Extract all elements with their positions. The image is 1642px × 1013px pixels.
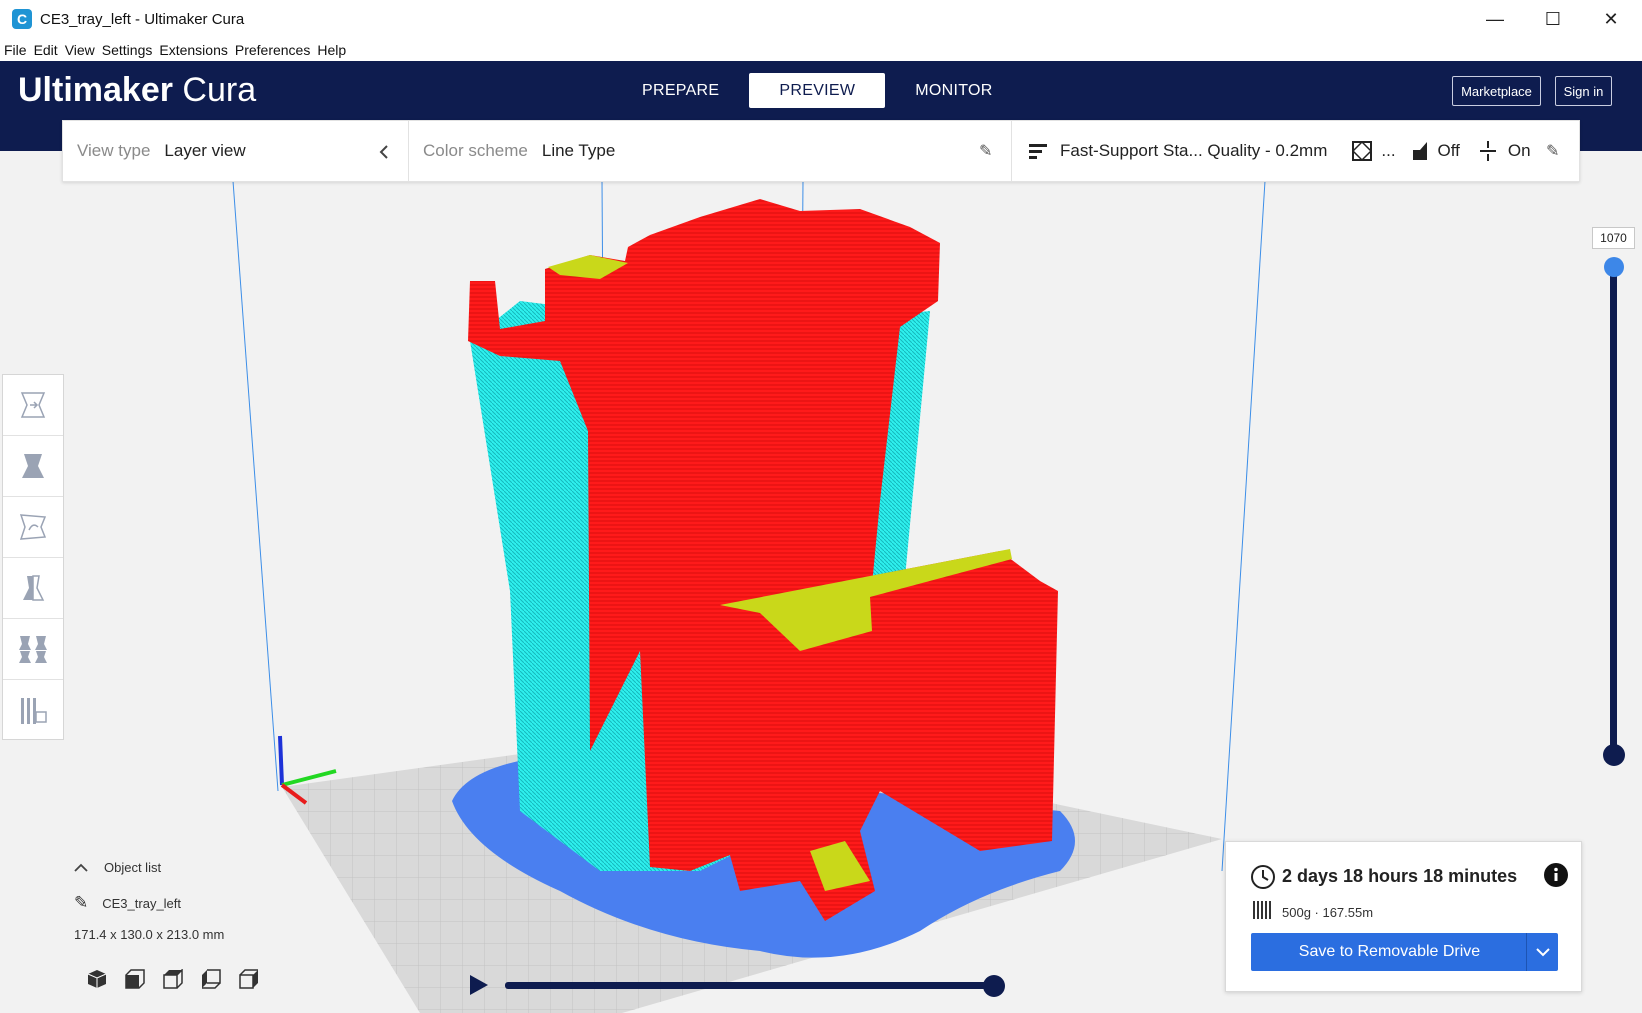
material-usage: 500g · 167.55m — [1282, 905, 1374, 920]
move-icon — [20, 392, 46, 418]
pencil-icon: ✎ — [979, 143, 993, 160]
material-spool-icon — [1253, 901, 1271, 919]
object-list-panel: Object list ✎ CE3_tray_left 171.4 x 130.… — [74, 860, 224, 942]
infill-icon — [1352, 140, 1373, 162]
cube-right-icon — [239, 969, 258, 989]
current-layer-field[interactable]: 1070 — [1592, 227, 1635, 249]
view-orientation-buttons — [78, 966, 268, 992]
menu-bar: File Edit View Settings Extensions Prefe… — [0, 38, 1642, 61]
chevron-left-icon — [379, 145, 388, 159]
color-scheme-label: Color scheme — [423, 141, 528, 160]
clock-icon — [1251, 865, 1275, 889]
view-front-button[interactable] — [116, 966, 154, 992]
support-blocker-button[interactable] — [3, 680, 63, 741]
save-to-removable-drive-button[interactable]: Save to Removable Drive — [1251, 933, 1558, 971]
marketplace-button[interactable]: Marketplace — [1452, 76, 1541, 106]
menu-file[interactable]: File — [4, 42, 27, 58]
view-type-dropdown[interactable]: View type Layer view — [63, 121, 409, 181]
chevron-down-icon — [1535, 948, 1550, 957]
move-tool-button[interactable] — [3, 375, 63, 436]
color-scheme-dropdown[interactable]: Color scheme Line Type ✎ — [409, 121, 1012, 181]
scale-icon — [22, 454, 44, 478]
menu-preferences[interactable]: Preferences — [235, 42, 310, 58]
rotate-icon — [19, 514, 47, 540]
pencil-icon: ✎ — [1546, 143, 1560, 160]
build-volume-edge — [1221, 180, 1266, 872]
profile-value: Fast-Support Sta... Quality - 0.2mm — [1060, 141, 1328, 160]
brand-light: Cura — [182, 71, 257, 109]
adhesion-icon — [1479, 141, 1496, 161]
view-type-label: View type — [77, 141, 151, 160]
menu-view[interactable]: View — [65, 42, 95, 58]
support-value: Off — [1437, 141, 1460, 160]
object-dimensions: 171.4 x 130.0 x 213.0 mm — [74, 927, 225, 942]
tool-panel — [2, 374, 64, 740]
layer-slider-top-handle[interactable] — [1604, 257, 1624, 277]
mirror-tool-button[interactable] — [3, 558, 63, 619]
save-button-label: Save to Removable Drive — [1298, 943, 1481, 960]
view-right-button[interactable] — [230, 966, 268, 992]
build-volume-edge — [232, 180, 279, 792]
menu-settings[interactable]: Settings — [102, 42, 153, 58]
rotate-tool-button[interactable] — [3, 497, 63, 558]
object-name-row[interactable]: ✎ CE3_tray_left — [74, 893, 224, 913]
per-model-settings-icon — [19, 636, 47, 663]
color-scheme-value: Line Type — [541, 141, 616, 160]
tab-prepare[interactable]: PREPARE — [612, 73, 749, 108]
path-slider-handle[interactable] — [983, 975, 1005, 997]
layer-slider-bottom-handle[interactable] — [1603, 744, 1625, 766]
view-settings-bar: View type Layer view Color scheme Line T… — [62, 120, 1580, 182]
view-3d-button[interactable] — [78, 966, 116, 992]
brand-strong: Ultimaker — [18, 71, 173, 109]
minimize-button[interactable]: — — [1466, 0, 1524, 38]
sign-in-button[interactable]: Sign in — [1555, 76, 1612, 106]
object-list-label: Object list — [104, 860, 162, 875]
cube-front-icon — [125, 969, 145, 989]
menu-help[interactable]: Help — [317, 42, 346, 58]
pencil-icon: ✎ — [74, 893, 89, 912]
cura-app-icon: C — [12, 9, 32, 29]
output-device-dropdown[interactable] — [1526, 933, 1558, 971]
layer-slider-track[interactable] — [1610, 268, 1617, 756]
stage-tabs: PREPARE PREVIEW MONITOR — [612, 73, 1023, 108]
print-information-panel: 2 days 18 hours 18 minutes 500g · 167.55… — [1225, 841, 1582, 992]
view-top-button[interactable] — [154, 966, 192, 992]
window-titlebar: C CE3_tray_left - Ultimaker Cura — ☐ ✕ — [0, 0, 1642, 38]
object-name: CE3_tray_left — [102, 895, 182, 911]
cube-left-icon — [202, 969, 221, 989]
window-title: CE3_tray_left - Ultimaker Cura — [40, 10, 245, 28]
path-slider-track[interactable] — [505, 982, 995, 989]
support-icon — [1412, 142, 1427, 160]
cube-3d-icon — [87, 970, 107, 988]
support-blocker-icon — [21, 697, 47, 724]
adhesion-value: On — [1507, 141, 1531, 160]
infill-value: ... — [1381, 141, 1396, 160]
scale-tool-button[interactable] — [3, 436, 63, 497]
cube-top-icon — [163, 969, 183, 989]
z-axis — [278, 735, 284, 786]
brand-logo: Ultimaker Cura — [18, 71, 256, 110]
menu-extensions[interactable]: Extensions — [159, 42, 227, 58]
view-type-value: Layer view — [164, 141, 246, 160]
tab-preview[interactable]: PREVIEW — [749, 73, 886, 108]
mirror-icon — [23, 575, 45, 601]
chevron-up-icon — [74, 863, 88, 872]
object-list-toggle[interactable]: Object list — [74, 860, 224, 875]
info-icon[interactable] — [1544, 863, 1568, 887]
view-left-button[interactable] — [192, 966, 230, 992]
close-button[interactable]: ✕ — [1582, 0, 1640, 38]
per-model-settings-button[interactable] — [3, 619, 63, 680]
print-settings-button[interactable]: Fast-Support Sta... Quality - 0.2mm ... … — [1012, 121, 1579, 181]
play-simulation-button[interactable] — [470, 975, 488, 995]
profile-icon — [1029, 144, 1047, 159]
tab-monitor[interactable]: MONITOR — [885, 73, 1022, 108]
menu-edit[interactable]: Edit — [34, 42, 58, 58]
print-time: 2 days 18 hours 18 minutes — [1282, 866, 1518, 886]
maximize-button[interactable]: ☐ — [1524, 0, 1582, 38]
